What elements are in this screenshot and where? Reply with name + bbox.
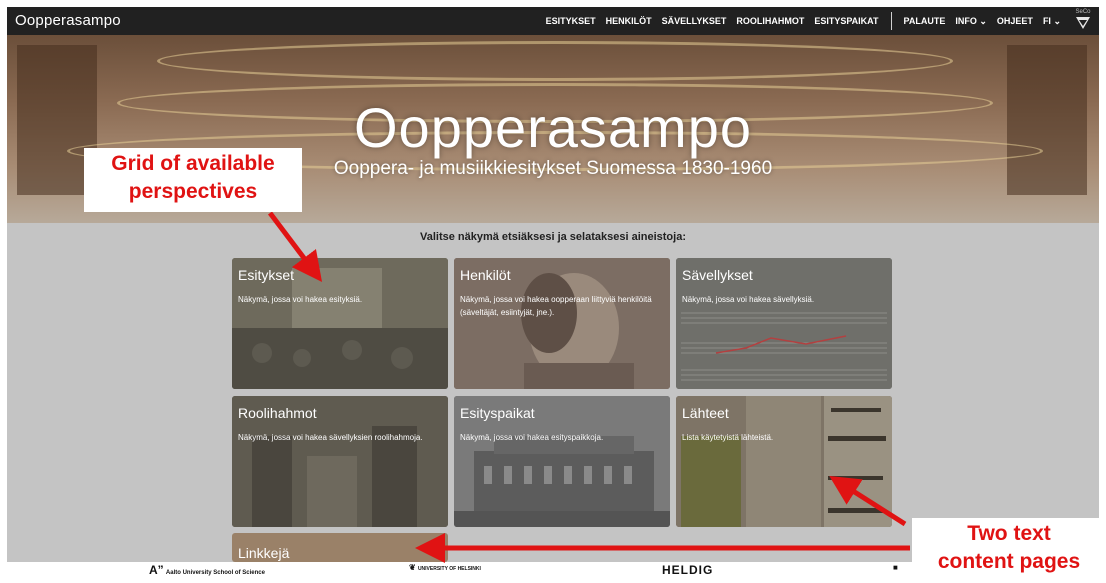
aalto-mark-icon: A” [149, 563, 164, 576]
card-title: Sävellykset [682, 267, 753, 283]
card-description: Näkymä, jossa voi hakea esityksiä. [238, 295, 363, 304]
seco-emblem-icon [1076, 17, 1090, 29]
heldig-logo[interactable]: HELDIG [662, 563, 713, 576]
card-roolihahmot[interactable]: Roolihahmot Näkymä, jossa voi hakea säve… [232, 396, 448, 527]
nav-ohjeet[interactable]: OHJEET [997, 16, 1033, 26]
content-pages-callout: Two text content pages [912, 518, 1106, 582]
language-menu[interactable]: FI ⌄ [1043, 16, 1061, 27]
helsinki-logo[interactable]: ❦ UNIVERSITY OF HELSINKI [409, 563, 481, 572]
card-linkkeja[interactable]: Linkkejä [232, 533, 448, 562]
balcony-rail [157, 41, 953, 81]
nav-savellykset[interactable]: SÄVELLYKSET [662, 16, 727, 26]
card-lahteet[interactable]: Lähteet Lista käytetyistä lähteistä. [676, 396, 892, 527]
app-brand-link[interactable]: Oopperasampo [15, 12, 121, 29]
seco-logo[interactable]: SeCo [1073, 9, 1093, 33]
callout-line: Grid of available [111, 152, 275, 175]
callout-line: Two text [967, 522, 1051, 545]
card-description: Lista käytetyistä lähteistä. [682, 433, 774, 442]
card-title: Lähteet [682, 405, 729, 421]
grid-callout: Grid of available perspectives [84, 148, 302, 212]
helsinki-emblem-icon: ❦ [409, 563, 416, 572]
nav-palaute[interactable]: PALAUTE [904, 16, 946, 26]
card-henkilot[interactable]: Henkilöt Näkymä, jossa voi hakea ooppera… [454, 258, 670, 389]
card-esitykset[interactable]: Esitykset Näkymä, jossa voi hakea esityk… [232, 258, 448, 389]
card-savellykset[interactable]: Sävellykset Näkymä, jossa voi hakea säve… [676, 258, 892, 389]
card-description: Näkymä, jossa voi hakea sävellyksien roo… [238, 433, 423, 442]
card-title: Linkkejä [238, 545, 290, 561]
nav-divider [890, 12, 892, 30]
nav-esityspaikat[interactable]: ESITYSPAIKAT [814, 16, 878, 26]
card-title: Roolihahmot [238, 405, 317, 421]
seco-logo-text: SeCo [1075, 9, 1091, 15]
card-title: Henkilöt [460, 267, 511, 283]
card-description: Näkymä, jossa voi hakea sävellyksiä. [682, 295, 815, 304]
card-title: Esitykset [238, 267, 295, 283]
language-label: FI [1042, 15, 1051, 26]
top-app-bar: Oopperasampo ESITYKSET HENKILÖT SÄVELLYK… [7, 7, 1099, 35]
callout-line: perspectives [128, 180, 258, 203]
callout-line: content pages [937, 550, 1081, 573]
nav-esitykset[interactable]: ESITYKSET [546, 16, 596, 26]
card-esityspaikat[interactable]: Esityspaikat Näkymä, jossa voi hakea esi… [454, 396, 670, 527]
chevron-down-icon: ⌄ [979, 15, 987, 26]
main-nav: ESITYKSET HENKILÖT SÄVELLYKSET ROOLIHAHM… [546, 7, 1061, 35]
card-title: Esityspaikat [460, 405, 535, 421]
browser-viewport: Oopperasampo ESITYKSET HENKILÖT SÄVELLYK… [7, 7, 1099, 576]
nav-henkilot[interactable]: HENKILÖT [606, 16, 652, 26]
nav-roolihahmot[interactable]: ROOLIHAHMOT [736, 16, 804, 26]
aalto-logo-text: Aalto University School of Science [165, 570, 265, 576]
nav-info-menu[interactable]: INFO ⌄ [955, 16, 987, 27]
partner-logo-icon[interactable]: ■ [893, 563, 898, 572]
nav-info-label: INFO [955, 15, 977, 26]
card-description: Näkymä, jossa voi hakea oopperaan liitty… [460, 295, 652, 317]
helsinki-logo-text: UNIVERSITY OF HELSINKI [417, 566, 481, 572]
perspective-prompt: Valitse näkymä etsiäksesi ja selataksesi… [419, 231, 686, 243]
chevron-down-icon: ⌄ [1053, 15, 1061, 26]
aalto-logo[interactable]: A” Aalto University School of Science [149, 563, 265, 576]
card-description: Näkymä, jossa voi hakea esityspaikkoja. [460, 433, 604, 442]
